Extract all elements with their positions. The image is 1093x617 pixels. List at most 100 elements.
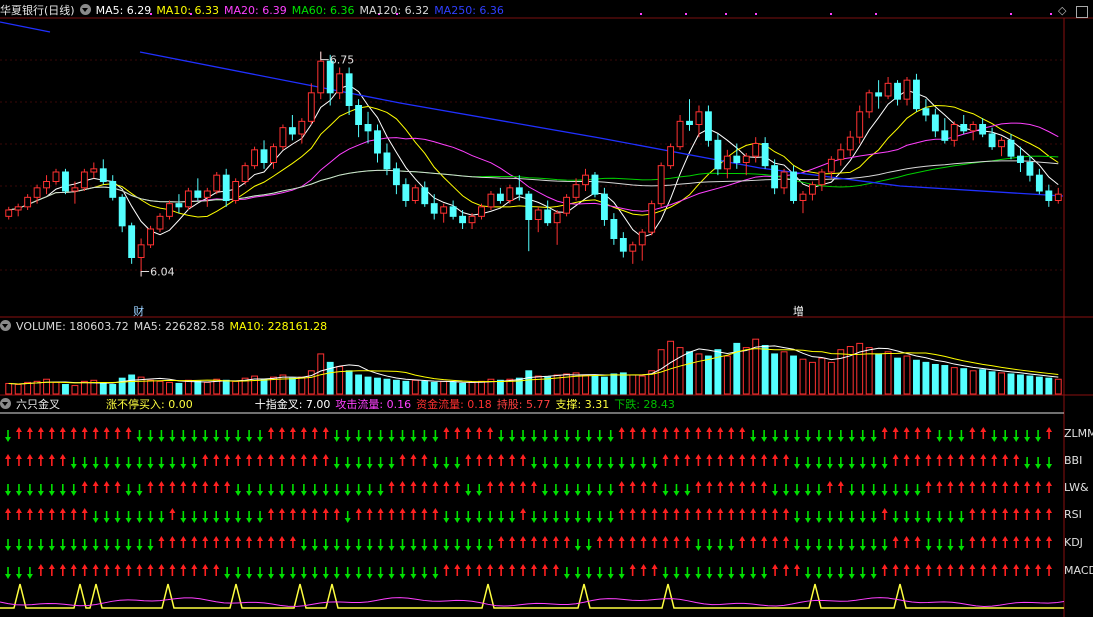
candle xyxy=(856,111,864,138)
candle xyxy=(222,174,230,202)
volume-bar xyxy=(175,382,183,395)
ma250-line xyxy=(0,21,51,33)
volume-bar xyxy=(203,381,211,395)
title: 华夏银行(日线) xyxy=(0,4,75,17)
candle xyxy=(345,73,353,107)
expand-icon[interactable] xyxy=(1076,6,1088,18)
candle xyxy=(515,187,523,195)
candle xyxy=(118,196,126,227)
indicator-value: 持股: 5.77 xyxy=(496,398,551,411)
candle xyxy=(1017,155,1024,164)
volume-bar xyxy=(468,381,476,395)
volume-bar xyxy=(941,365,949,395)
volume-bar xyxy=(799,358,807,395)
volume-bar xyxy=(695,353,703,395)
signal-line xyxy=(0,583,1064,609)
candle xyxy=(449,206,457,217)
indicator-row-label: LW& xyxy=(1064,481,1089,494)
volume-bar xyxy=(969,370,977,395)
volume-bar xyxy=(421,380,429,395)
candle xyxy=(563,196,571,214)
volume-bar xyxy=(667,340,675,395)
candle xyxy=(355,105,363,125)
indicator-name: 六只金叉 xyxy=(16,398,60,411)
candle xyxy=(629,244,637,252)
candle xyxy=(875,92,883,97)
volume-bar xyxy=(194,380,202,395)
volume-bar xyxy=(780,351,788,395)
volume-bar xyxy=(128,374,136,395)
ma-line xyxy=(8,104,1059,218)
candle xyxy=(610,219,618,239)
volume-bar xyxy=(166,381,173,395)
candle xyxy=(752,143,760,157)
indicator-value: 十指金叉: 7.00 xyxy=(254,398,331,411)
volume-label: MA10: 228161.28 xyxy=(229,320,328,333)
diamond-icon[interactable]: ◇ xyxy=(1058,4,1066,17)
candle xyxy=(676,120,684,148)
volume-label: VOLUME: 180603.72 xyxy=(16,320,129,333)
candle xyxy=(241,165,249,183)
candle xyxy=(137,244,145,258)
candle xyxy=(421,187,429,205)
collapse-icon[interactable] xyxy=(79,4,91,15)
collapse-icon[interactable] xyxy=(0,398,11,409)
candle xyxy=(251,149,258,167)
volume-bar xyxy=(374,377,381,395)
kline-chart: 6.75 6.04 财 增 xyxy=(0,13,1093,617)
volume-bar xyxy=(1045,377,1053,395)
indicator-legend: 涨不停买入: 0.00 十指金叉: 7.00 攻击流量: 0.16 资金流量: 0.1… xyxy=(106,398,680,411)
candle xyxy=(71,187,79,192)
candle xyxy=(147,228,154,246)
candle xyxy=(270,146,277,164)
annotation-text: 6.75 xyxy=(330,54,355,67)
candle xyxy=(657,165,665,205)
candle xyxy=(260,149,268,163)
volume-bar xyxy=(345,370,353,395)
candle xyxy=(544,209,552,224)
signal-dot xyxy=(755,13,757,15)
volume-bar xyxy=(610,373,618,395)
volume-bar xyxy=(629,374,637,395)
candle xyxy=(723,155,731,170)
ma-label: MA20: 6.39 xyxy=(224,4,287,17)
volume-bar xyxy=(156,380,164,395)
volume-bar xyxy=(600,376,608,395)
candle xyxy=(525,193,533,221)
candle xyxy=(894,82,901,100)
candle xyxy=(695,111,703,126)
candle xyxy=(572,184,580,198)
candle xyxy=(884,82,892,97)
volume-bar xyxy=(884,351,892,395)
candle xyxy=(704,111,712,141)
candle xyxy=(827,158,835,173)
candle xyxy=(459,215,467,224)
candle xyxy=(430,203,438,214)
volume-bar xyxy=(704,355,712,395)
ma-label: MA250: 6.36 xyxy=(434,4,504,17)
candle xyxy=(1007,139,1015,157)
collapse-icon[interactable] xyxy=(0,320,11,331)
ma-line xyxy=(8,122,1059,212)
candle xyxy=(865,92,873,113)
volume-bar xyxy=(875,353,883,395)
candle xyxy=(837,149,845,160)
volume-bar xyxy=(24,381,32,395)
candle xyxy=(392,168,400,186)
candle xyxy=(440,206,448,214)
candle xyxy=(99,168,107,182)
volume-bar xyxy=(686,351,693,395)
candle xyxy=(686,120,693,126)
candle xyxy=(790,171,797,201)
volume-bar xyxy=(818,357,826,395)
volume-bar xyxy=(525,370,533,395)
volume-bar xyxy=(903,355,911,395)
candle xyxy=(90,168,98,173)
volume-bar xyxy=(402,380,410,395)
volume-bar xyxy=(988,371,996,395)
volume-bar xyxy=(742,347,750,395)
candle xyxy=(950,124,958,141)
candle xyxy=(960,124,968,132)
candle xyxy=(771,165,779,189)
indicator-value: 资金流量: 0.18 xyxy=(416,398,492,411)
